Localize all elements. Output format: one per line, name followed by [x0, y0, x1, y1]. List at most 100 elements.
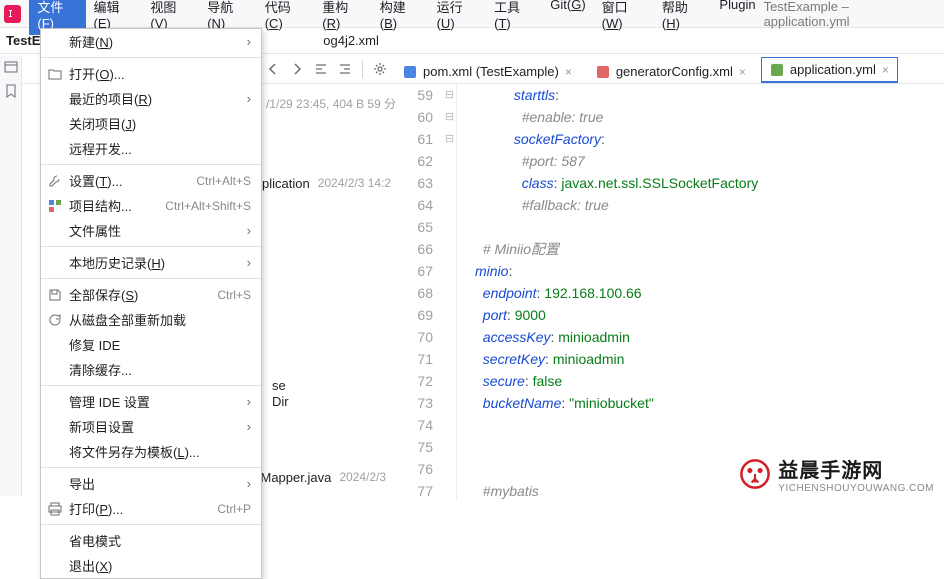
- toolbar-separator: [362, 60, 363, 78]
- menuitem-设置T[interactable]: 设置(T)...Ctrl+Alt+S: [41, 168, 261, 193]
- back-icon[interactable]: [262, 58, 284, 80]
- code-line[interactable]: [475, 414, 944, 436]
- menuitem-从磁盘全部重新加载[interactable]: 从磁盘全部重新加载: [41, 307, 261, 332]
- code-line[interactable]: secure: false: [475, 370, 944, 392]
- menuitem-关闭项目J[interactable]: 关闭项目(J): [41, 111, 261, 136]
- menubar: 文件(F)编辑(E)视图(V)导航(N)代码(C)重构(R)构建(B)运行(U)…: [0, 0, 944, 28]
- shortcut-label: Ctrl+Alt+Shift+S: [165, 199, 251, 213]
- code-line[interactable]: minio:: [475, 260, 944, 282]
- submenu-arrow-icon: ›: [247, 223, 251, 238]
- code-line[interactable]: [475, 216, 944, 238]
- menuitem-label: 新项目设置: [69, 417, 134, 436]
- code-area[interactable]: starttls: #enable: true socketFactory: #…: [457, 84, 944, 500]
- tree-item[interactable]: /1/29 23:45, 404 B 59 分: [262, 92, 396, 114]
- menu-工具T[interactable]: 工具(T): [486, 0, 542, 35]
- menuitem-label: 最近的项目(R): [69, 89, 152, 108]
- code-line[interactable]: bucketName: "miniobucket": [475, 392, 944, 414]
- tab-label: generatorConfig.xml: [616, 64, 733, 79]
- submenu-arrow-icon: ›: [247, 394, 251, 409]
- menuitem-label: 从磁盘全部重新加载: [69, 310, 186, 329]
- project-tool-icon[interactable]: [2, 58, 20, 76]
- submenu-arrow-icon: ›: [247, 91, 251, 106]
- code-line[interactable]: # Miniio配置: [475, 238, 944, 260]
- tab-label: application.yml: [790, 62, 876, 77]
- menuitem-最近的项目R[interactable]: 最近的项目(R) ›: [41, 86, 261, 111]
- menu-GitG[interactable]: Git(G): [542, 0, 593, 35]
- printer-icon: [47, 501, 63, 517]
- window-title: TestExample – application.yml: [764, 0, 932, 29]
- menuitem-清除缓存[interactable]: 清除缓存...: [41, 357, 261, 382]
- menu-separator: [41, 164, 261, 165]
- menuitem-label: 清除缓存...: [69, 360, 132, 379]
- tab-label: pom.xml (TestExample): [423, 64, 559, 79]
- editor-pane[interactable]: 59606162636465666768697071727374757677 ⊟…: [397, 84, 944, 500]
- menuitem-label: 本地历史记录(H): [69, 253, 165, 272]
- menuitem-管理IDE设置[interactable]: 管理 IDE 设置 ›: [41, 389, 261, 414]
- menuitem-新项目设置[interactable]: 新项目设置›: [41, 414, 261, 439]
- menu-窗口W[interactable]: 窗口(W): [594, 0, 654, 35]
- menuitem-label: 新建(N): [69, 32, 113, 51]
- tab-pom-xml[interactable]: pom.xml (TestExample) ×: [394, 59, 581, 83]
- menu-重构R[interactable]: 重构(R): [314, 0, 372, 35]
- menu-Plugin[interactable]: Plugin: [711, 0, 763, 35]
- gear-icon[interactable]: [369, 58, 391, 80]
- menuitem-label: 打印(P)...: [69, 499, 123, 518]
- menuitem-label: 设置(T)...: [69, 171, 122, 190]
- menu-separator: [41, 246, 261, 247]
- submenu-arrow-icon: ›: [247, 255, 251, 270]
- menuitem-远程开发[interactable]: 远程开发...: [41, 136, 261, 161]
- close-tab-icon[interactable]: ×: [565, 65, 572, 79]
- menuitem-文件属性[interactable]: 文件属性›: [41, 218, 261, 243]
- breadcrumb-file[interactable]: og4j2.xml: [323, 33, 379, 48]
- menuitem-label: 管理 IDE 设置: [69, 392, 150, 411]
- menuitem-项目结构[interactable]: 项目结构...Ctrl+Alt+Shift+S: [41, 193, 261, 218]
- menuitem-省电模式[interactable]: 省电模式: [41, 528, 261, 553]
- menuitem-本地历史记录H[interactable]: 本地历史记录(H) ›: [41, 250, 261, 275]
- menuitem-label: 将文件另存为模板(L)...: [69, 442, 200, 461]
- tree-item[interactable]: Dir: [272, 390, 289, 412]
- menuitem-label: 修复 IDE: [69, 335, 120, 354]
- code-line[interactable]: #fallback: true: [475, 194, 944, 216]
- forward-icon[interactable]: [286, 58, 308, 80]
- menuitem-将文件另存为模板L[interactable]: 将文件另存为模板(L)...: [41, 439, 261, 464]
- menu-separator: [41, 385, 261, 386]
- close-tab-icon[interactable]: ×: [739, 65, 746, 79]
- folder-open-icon: [47, 66, 63, 82]
- tab-application-yml[interactable]: application.yml ×: [761, 57, 898, 83]
- menuitem-导出[interactable]: 导出›: [41, 471, 261, 496]
- save-all-icon: [47, 287, 63, 303]
- menu-帮助H[interactable]: 帮助(H): [654, 0, 712, 35]
- menu-代码C[interactable]: 代码(C): [257, 0, 315, 35]
- menu-构建B[interactable]: 构建(B): [372, 0, 429, 35]
- code-line[interactable]: secretKey: minioadmin: [475, 348, 944, 370]
- menuitem-label: 远程开发...: [69, 139, 132, 158]
- menuitem-退出X[interactable]: 退出(X): [41, 553, 261, 578]
- close-tab-icon[interactable]: ×: [882, 63, 889, 77]
- code-line[interactable]: socketFactory:: [475, 128, 944, 150]
- indent-right-icon[interactable]: [334, 58, 356, 80]
- menuitem-全部保存S[interactable]: 全部保存(S)Ctrl+S: [41, 282, 261, 307]
- bookmark-tool-icon[interactable]: [2, 82, 20, 100]
- code-line[interactable]: #port: 587: [475, 150, 944, 172]
- code-line[interactable]: accessKey: minioadmin: [475, 326, 944, 348]
- menuitem-打开O[interactable]: 打开(O)...: [41, 61, 261, 86]
- code-line[interactable]: class: javax.net.ssl.SSLSocketFactory: [475, 172, 944, 194]
- menu-运行U[interactable]: 运行(U): [429, 0, 487, 35]
- code-line[interactable]: port: 9000: [475, 304, 944, 326]
- code-line[interactable]: starttls:: [475, 84, 944, 106]
- code-line[interactable]: #enable: true: [475, 106, 944, 128]
- watermark-logo-icon: [738, 457, 772, 491]
- menuitem-label: 关闭项目(J): [69, 114, 136, 133]
- code-line[interactable]: endpoint: 192.168.100.66: [475, 282, 944, 304]
- tree-item[interactable]: plication2024/2/3 14:2: [262, 172, 391, 194]
- indent-left-icon[interactable]: [310, 58, 332, 80]
- menuitem-label: 导出: [69, 474, 95, 493]
- menuitem-label: 省电模式: [69, 531, 121, 550]
- menuitem-新建N[interactable]: 新建(N)›: [41, 29, 261, 54]
- tab-generatorConfig-xml[interactable]: generatorConfig.xml ×: [587, 59, 755, 83]
- yml-file-icon: [770, 63, 784, 77]
- menu-separator: [41, 57, 261, 58]
- menuitem-修复IDE[interactable]: 修复 IDE: [41, 332, 261, 357]
- menu-separator: [41, 278, 261, 279]
- menuitem-label: 退出(X): [69, 556, 112, 575]
